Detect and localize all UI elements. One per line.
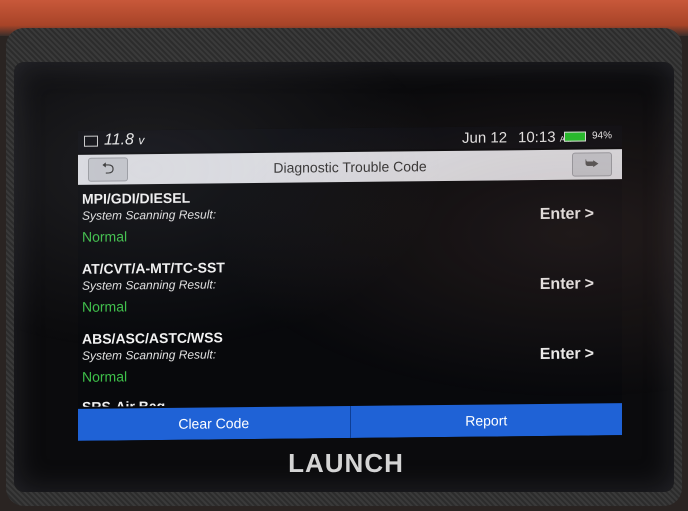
device-screen: 11.8 v Jun 12 10:13 AM 94% ⮌ Diagnostic … [78,125,622,441]
chevron-right-icon: > [584,345,594,363]
clear-code-button[interactable]: Clear Code [78,405,351,441]
enter-button[interactable]: Enter > [540,275,594,294]
scan-status: Normal [82,368,128,385]
bottom-action-bar: Clear Code Report [78,403,622,441]
system-name: ABS/ASC/ASTC/WSS [82,329,223,347]
page-title: Diagnostic Trouble Code [273,158,427,176]
status-bar: 11.8 v Jun 12 10:13 AM 94% [78,125,622,153]
exit-button[interactable]: ⮩ [572,152,612,177]
date-readout: Jun 12 [462,129,508,147]
car-battery-icon [84,135,98,147]
scan-result-label: System Scanning Result: [82,277,217,293]
enter-button[interactable]: Enter > [540,345,594,364]
enter-button[interactable]: Enter > [540,205,594,224]
report-button[interactable]: Report [350,403,622,438]
voltage-readout: 11.8 v [104,131,145,149]
system-name: MPI/GDI/DIESEL [82,189,191,207]
battery-icon [564,131,586,142]
brand-logo: LAUNCH [288,448,404,478]
system-row-at: AT/CVT/A-MT/TC-SST System Scanning Resul… [78,253,622,325]
battery-percent: 94% [592,130,613,142]
exit-door-icon: ⮩ [585,155,599,173]
system-name: SRS-Air Bag [82,397,166,407]
system-list[interactable]: MPI/GDI/DIESEL System Scanning Result: N… [78,183,622,407]
system-row-mpi: MPI/GDI/DIESEL System Scanning Result: N… [78,183,622,255]
chevron-right-icon: > [584,205,594,223]
system-name: AT/CVT/A-MT/TC-SST [82,259,225,277]
scan-result-label: System Scanning Result: [82,207,217,223]
scan-status: Normal [82,228,128,245]
system-row-abs: ABS/ASC/ASTC/WSS System Scanning Result:… [78,323,622,395]
chevron-right-icon: > [584,275,594,293]
scan-status: Normal [82,298,128,315]
scan-result-label: System Scanning Result: [82,347,217,363]
title-bar: ⮌ Diagnostic Trouble Code ⮩ [78,149,622,185]
